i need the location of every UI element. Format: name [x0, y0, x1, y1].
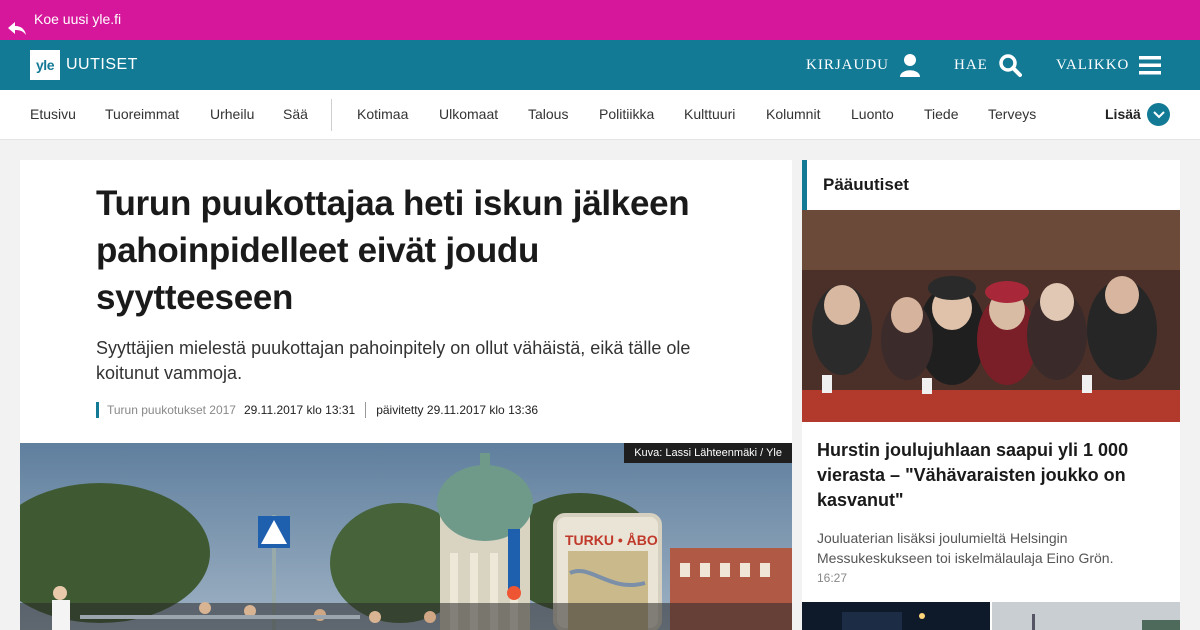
sidebar-story-time: 16:27 [817, 571, 848, 585]
sidebar-next-story-image[interactable] [802, 602, 990, 630]
nav-item-terveys[interactable]: Terveys [988, 106, 1036, 122]
sidebar-story-image[interactable] [802, 210, 1180, 422]
site-header: yle UUTISET KIRJAUDU HAE VALIKKO [0, 40, 1200, 90]
next-story-photo [802, 602, 990, 630]
nav-item-etusivu[interactable]: Etusivu [30, 106, 76, 122]
nav-item-kulttuuri[interactable]: Kulttuuri [684, 106, 735, 122]
top-news-sidebar: Pääuutiset Hurstin joulujuhlaan saapui y… [802, 160, 1180, 630]
image-caption: Kuva: Lassi Lähteenmäki / Yle [624, 443, 792, 463]
nav-item-kotimaa[interactable]: Kotimaa [357, 106, 408, 122]
search-button[interactable]: HAE [954, 52, 1022, 78]
nav-item-tiede[interactable]: Tiede [924, 106, 959, 122]
search-icon [999, 54, 1022, 77]
logo-section-name: UUTISET [66, 56, 138, 73]
sidebar-next-story-image-2[interactable] [992, 602, 1180, 630]
yle-uutiset-logo[interactable]: yle UUTISET [30, 50, 138, 80]
updated-date: päivitetty 29.11.2017 klo 13:36 [376, 403, 539, 417]
article-meta: Turun puukotukset 2017 29.11.2017 klo 13… [96, 402, 538, 418]
nav-more-button[interactable] [1147, 103, 1170, 126]
main-article: Turun puukottajaa heti iskun jälkeen pah… [20, 160, 792, 630]
article-topic-link[interactable]: Turun puukotukset 2017 [107, 403, 236, 417]
nav-item-saa[interactable]: Sää [283, 106, 308, 122]
published-date: 29.11.2017 klo 13:31 [243, 403, 356, 417]
search-label: HAE [954, 56, 988, 73]
hamburger-menu-icon [1139, 56, 1162, 75]
yle-logo-mark: yle [30, 50, 60, 80]
sidebar-story-lead: Jouluaterian lisäksi joulumieltä Helsing… [817, 530, 1114, 566]
nav-divider [331, 99, 332, 131]
nav-item-luonto[interactable]: Luonto [851, 106, 894, 122]
menu-button[interactable]: VALIKKO [1056, 52, 1162, 78]
sidebar-title: Pääuutiset [823, 175, 909, 194]
nav-item-tuoreimmat[interactable]: Tuoreimmat [105, 106, 179, 122]
map-sign-text: TURKU • ÅBO [565, 532, 658, 548]
nav-item-ulkomaat[interactable]: Ulkomaat [439, 106, 498, 122]
article-lead: Syyttäjien mielestä puukottajan pahoinpi… [96, 338, 691, 383]
nav-item-urheilu[interactable]: Urheilu [210, 106, 254, 122]
sidebar-story-headline[interactable]: Hurstin joulujuhlaan saapui yli 1 000 vi… [817, 438, 1167, 513]
nav-item-politiikka[interactable]: Politiikka [599, 106, 654, 122]
meta-divider [365, 402, 367, 418]
chevron-down-icon [1152, 110, 1165, 118]
article-headline: Turun puukottajaa heti iskun jälkeen pah… [96, 184, 690, 317]
user-icon [900, 54, 920, 77]
promo-text[interactable]: Koe uusi yle.fi [34, 11, 121, 27]
category-nav: Etusivu Tuoreimmat Urheilu Sää Kotimaa U… [0, 90, 1200, 140]
next-story-photo-2 [992, 602, 1180, 630]
article-hero-image: TURKU • ÅBO Kuva: Lassi Lähteenmäki / Yl… [20, 443, 792, 630]
nav-item-kolumnit[interactable]: Kolumnit [766, 106, 820, 122]
promo-bar[interactable]: Koe uusi yle.fi [0, 0, 1200, 40]
nav-item-talous[interactable]: Talous [528, 106, 568, 122]
hero-photo: TURKU • ÅBO [20, 443, 792, 630]
login-label: KIRJAUDU [806, 56, 889, 73]
sidebar-photo [802, 210, 1180, 422]
back-arrow-icon [8, 22, 26, 35]
login-button[interactable]: KIRJAUDU [806, 52, 921, 78]
sidebar-title-bar: Pääuutiset [802, 160, 1180, 210]
menu-label: VALIKKO [1056, 56, 1130, 73]
nav-more-label[interactable]: Lisää [1105, 106, 1141, 122]
